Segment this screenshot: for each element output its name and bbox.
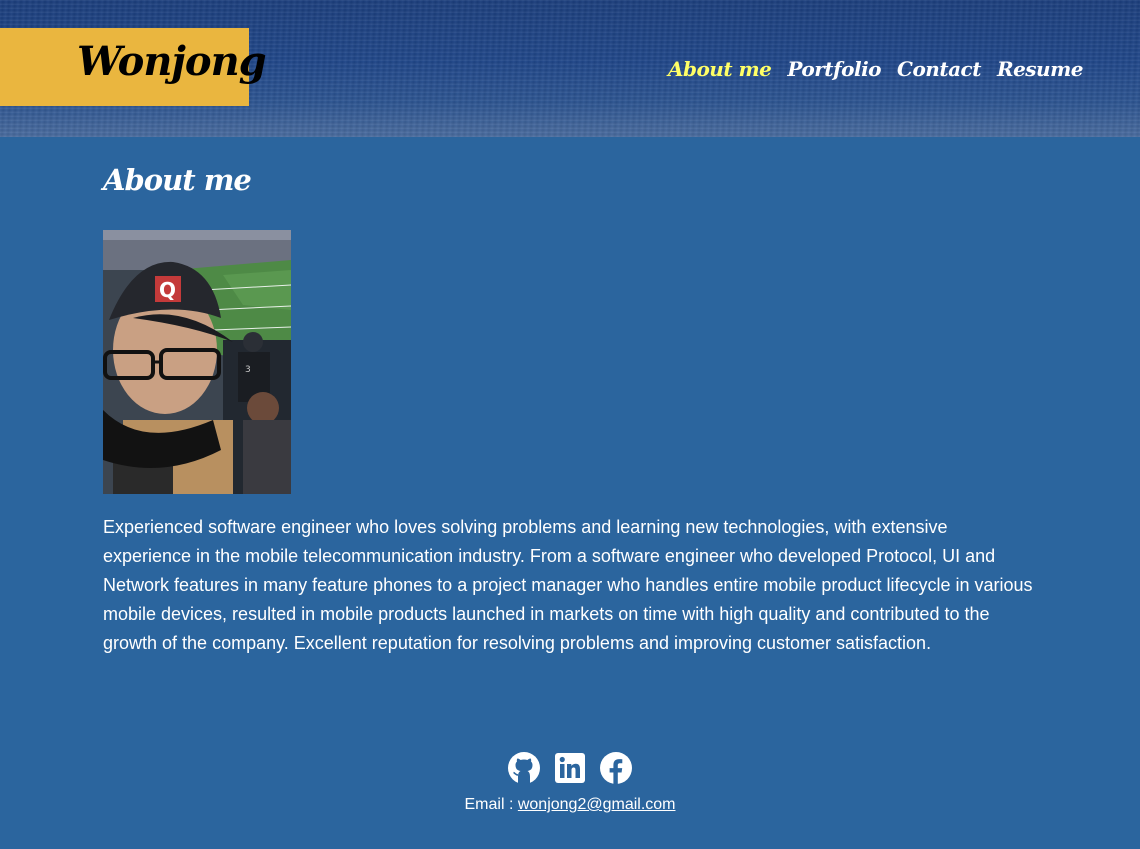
facebook-icon[interactable] bbox=[600, 752, 632, 784]
svg-text:3: 3 bbox=[245, 365, 251, 375]
page-title: About me bbox=[103, 163, 252, 197]
email-label: Email : bbox=[464, 796, 518, 813]
footer: Email : wonjong2@gmail.com bbox=[0, 752, 1140, 814]
nav-about-me[interactable]: About me bbox=[668, 57, 772, 81]
email-link[interactable]: wonjong2@gmail.com bbox=[518, 796, 676, 813]
logo-text: Wonjong bbox=[77, 38, 267, 85]
nav-contact[interactable]: Contact bbox=[897, 57, 981, 81]
github-icon[interactable] bbox=[508, 752, 540, 784]
bio-text: Experienced software engineer who loves … bbox=[103, 517, 1033, 653]
svg-text:Q: Q bbox=[159, 278, 176, 302]
main-nav: About me Portfolio Contact Resume bbox=[668, 57, 1084, 81]
logo-box[interactable]: Wonjong bbox=[0, 28, 267, 106]
linkedin-icon[interactable] bbox=[554, 752, 586, 784]
nav-resume[interactable]: Resume bbox=[997, 57, 1084, 81]
about-section: About me 3 Q Experienced software engine… bbox=[103, 160, 1033, 658]
nav-portfolio[interactable]: Portfolio bbox=[787, 57, 881, 81]
header-banner: Wonjong About me Portfolio Contact Resum… bbox=[0, 0, 1140, 137]
profile-photo: 3 Q bbox=[103, 230, 291, 494]
social-links bbox=[0, 752, 1140, 786]
email-line: Email : wonjong2@gmail.com bbox=[0, 796, 1140, 814]
